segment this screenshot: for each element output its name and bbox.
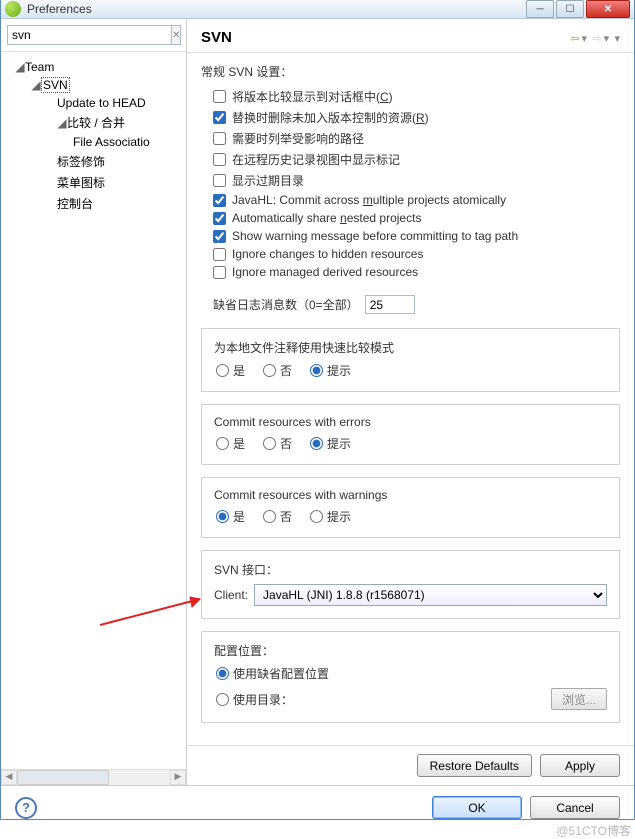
window-controls	[526, 0, 630, 18]
preference-tree[interactable]: ◢Team ◢SVN Update to HEAD ◢比较 / 合并 File …	[1, 52, 186, 769]
page-body: 常规 SVN 设置： 将版本比较显示到对话框中(C) 替换时删除未加入版本控制的…	[187, 53, 634, 745]
nav-forward-menu[interactable]: ▾	[604, 33, 610, 45]
upper-split: ✕ ◢Team ◢SVN Update to HEAD ◢比较 / 合并 Fil…	[1, 19, 634, 785]
tree-item-menu-icons[interactable]: 菜单图标	[5, 172, 182, 193]
client-label: Client:	[214, 588, 248, 602]
chk-list-affected-paths[interactable]: 需要时列举受影响的路径	[213, 128, 620, 149]
tree-item-team[interactable]: ◢Team	[5, 58, 182, 76]
watermark: @51CTO博客	[556, 822, 631, 839]
cancel-button[interactable]: Cancel	[530, 796, 620, 819]
tree-item-label-decor[interactable]: 标签修饰	[5, 151, 182, 172]
quickdiff-prompt[interactable]: 提示	[310, 362, 351, 379]
clear-filter-button[interactable]: ✕	[172, 25, 181, 45]
chk-show-compare-dialog[interactable]: 将版本比较显示到对话框中(C)	[213, 86, 620, 107]
page-menu-icon[interactable]: ▾	[614, 33, 620, 45]
config-heading: 配置位置：	[214, 642, 607, 659]
restore-defaults-button[interactable]: Restore Defaults	[417, 754, 532, 777]
window-title: Preferences	[27, 2, 526, 16]
chk-javahl-atomic[interactable]: JavaHL: Commit across multiple projects …	[213, 191, 620, 209]
settings-pane: SVN ⇦▾ ⇨▾ ▾ 常规 SVN 设置： 将版本比较显示到对话框中(C) 替…	[187, 19, 634, 785]
tree-item-console[interactable]: 控制台	[5, 193, 182, 214]
apply-button[interactable]: Apply	[540, 754, 620, 777]
page-button-bar: Restore Defaults Apply	[187, 745, 634, 785]
preferences-window: Preferences ✕ ◢Team ◢SVN Update to HEAD …	[0, 0, 635, 820]
titlebar[interactable]: Preferences	[1, 0, 634, 19]
commit-warnings-prompt[interactable]: 提示	[310, 508, 351, 525]
page-title: SVN	[201, 29, 568, 46]
general-heading: 常规 SVN 设置：	[201, 63, 620, 80]
quickdiff-yes[interactable]: 是	[216, 362, 245, 379]
chk-warn-commit-tag[interactable]: Show warning message before committing t…	[213, 227, 620, 245]
quick-diff-fieldset: 为本地文件注释使用快速比较模式 是 否 提示	[201, 328, 620, 392]
tree-item-svn[interactable]: ◢SVN	[5, 76, 182, 94]
ok-button[interactable]: OK	[432, 796, 522, 819]
navigator-pane: ✕ ◢Team ◢SVN Update to HEAD ◢比较 / 合并 Fil…	[1, 19, 187, 785]
log-count-label: 缺省日志消息数（0=全部）	[213, 296, 359, 313]
tree-hscrollbar[interactable]: ◀ ▶	[1, 769, 186, 785]
client-select[interactable]: JavaHL (JNI) 1.8.8 (r1568071)	[254, 584, 607, 606]
nav-back-icon[interactable]: ⇦	[570, 33, 579, 45]
chk-ignore-derived[interactable]: Ignore managed derived resources	[213, 263, 620, 281]
log-count-row: 缺省日志消息数（0=全部）	[213, 295, 620, 314]
commit-errors-prompt[interactable]: 提示	[310, 435, 351, 452]
chk-show-outdated[interactable]: 显示过期目录	[213, 170, 620, 191]
chk-remove-unversioned[interactable]: 替换时删除未加入版本控制的资源(R)	[213, 107, 620, 128]
page-header: SVN ⇦▾ ⇨▾ ▾	[187, 19, 634, 53]
tree-item-file-assoc[interactable]: File Associatio	[5, 133, 182, 151]
scroll-right-icon[interactable]: ▶	[170, 770, 186, 785]
chk-show-tags-history[interactable]: 在远程历史记录视图中显示标记	[213, 149, 620, 170]
interface-heading: SVN 接口：	[214, 561, 607, 578]
commit-warnings-no[interactable]: 否	[263, 508, 292, 525]
close-button[interactable]	[586, 0, 630, 18]
nav-back-menu[interactable]: ▾	[582, 33, 588, 45]
scroll-left-icon[interactable]: ◀	[1, 770, 17, 785]
commit-errors-label: Commit resources with errors	[214, 415, 607, 429]
app-icon	[5, 1, 21, 17]
cfg-default[interactable]: 使用缺省配置位置	[216, 665, 329, 682]
log-count-input[interactable]	[365, 295, 415, 314]
commit-errors-yes[interactable]: 是	[216, 435, 245, 452]
quick-diff-label: 为本地文件注释使用快速比较模式	[214, 339, 607, 356]
commit-errors-no[interactable]: 否	[263, 435, 292, 452]
tree-item-update-to-head[interactable]: Update to HEAD	[5, 94, 182, 112]
minimize-button[interactable]	[526, 0, 554, 18]
chk-auto-share-nested[interactable]: Automatically share nested projects	[213, 209, 620, 227]
help-icon[interactable]: ?	[15, 797, 37, 819]
quickdiff-no[interactable]: 否	[263, 362, 292, 379]
content: ✕ ◢Team ◢SVN Update to HEAD ◢比较 / 合并 Fil…	[1, 19, 634, 829]
cfg-use-dir[interactable]: 使用目录：	[216, 691, 293, 708]
filter-wrap: ✕	[1, 19, 186, 52]
dialog-button-bar: ? OK Cancel	[1, 785, 634, 829]
scroll-thumb[interactable]	[17, 770, 109, 785]
commit-warnings-yes[interactable]: 是	[216, 508, 245, 525]
chk-ignore-hidden[interactable]: Ignore changes to hidden resources	[213, 245, 620, 263]
config-location-fieldset: 配置位置： 使用缺省配置位置 使用目录： 浏览...	[201, 631, 620, 723]
commit-errors-fieldset: Commit resources with errors 是 否 提示	[201, 404, 620, 465]
commit-warnings-label: Commit resources with warnings	[214, 488, 607, 502]
general-section: 常规 SVN 设置： 将版本比较显示到对话框中(C) 替换时删除未加入版本控制的…	[201, 63, 620, 314]
filter-input[interactable]	[7, 25, 172, 45]
history-nav: ⇦▾ ⇨▾ ▾	[568, 31, 620, 45]
browse-button[interactable]: 浏览...	[551, 688, 607, 710]
maximize-button[interactable]	[556, 0, 584, 18]
nav-forward-icon[interactable]: ⇨	[592, 33, 601, 45]
svn-interface-fieldset: SVN 接口： Client: JavaHL (JNI) 1.8.8 (r156…	[201, 550, 620, 619]
tree-item-compare-merge[interactable]: ◢比较 / 合并	[5, 112, 182, 133]
commit-warnings-fieldset: Commit resources with warnings 是 否 提示	[201, 477, 620, 538]
